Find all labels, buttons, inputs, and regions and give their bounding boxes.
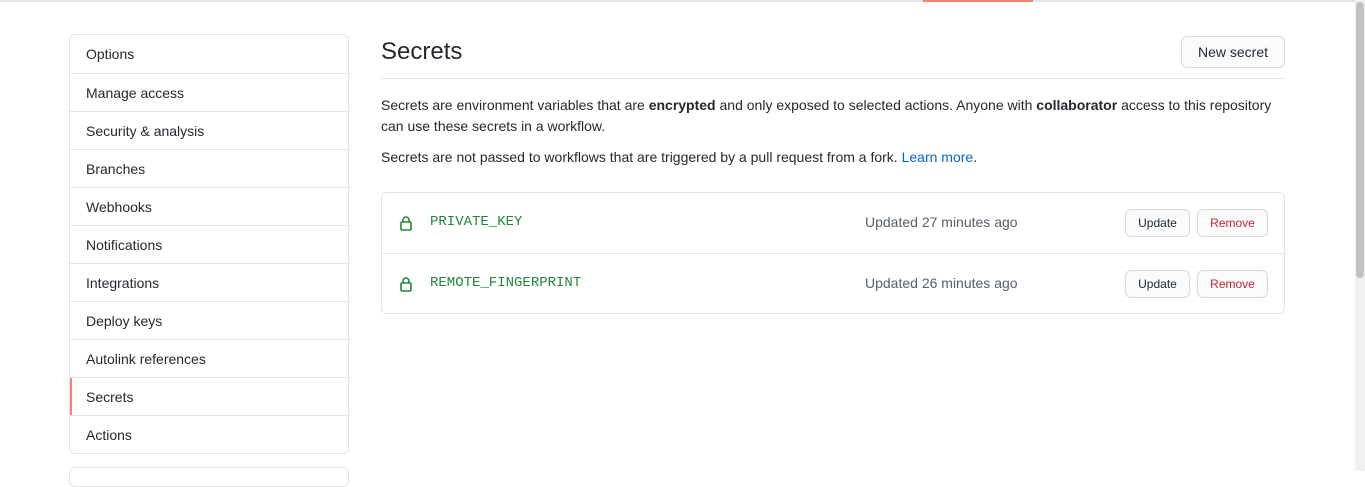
learn-more-link[interactable]: Learn more [902,149,974,165]
sidebar-item-deploy-keys[interactable]: Deploy keys [70,301,348,339]
lock-icon [400,215,412,231]
top-border [0,0,1365,2]
secret-updated: Updated 26 minutes ago [865,275,1018,291]
fork-note-text: Secrets are not passed to workflows that… [381,149,902,165]
sidebar-item-label: Secrets [86,389,134,405]
secret-name: REMOTE_FINGERPRINT [430,275,582,291]
sidebar-item-label: Security & analysis [86,123,205,139]
sidebar-item-actions[interactable]: Actions [70,415,348,453]
secret-name: PRIVATE_KEY [430,214,523,230]
sidebar-item-label: Notifications [86,237,163,253]
sidebar-item-autolink-references[interactable]: Autolink references [70,339,348,377]
sidebar-secondary-panel [69,467,349,487]
sidebar-item-notifications[interactable]: Notifications [70,225,348,263]
sidebar-item-label: Autolink references [86,351,206,367]
secrets-list: PRIVATE_KEY Updated 27 minutes ago Updat… [381,192,1285,314]
update-button[interactable]: Update [1125,270,1190,298]
sidebar-item-label: Deploy keys [86,313,163,329]
fork-note: Secrets are not passed to workflows that… [381,147,1285,168]
sidebar-item-webhooks[interactable]: Webhooks [70,187,348,225]
active-tab-underline [923,0,1033,2]
remove-button[interactable]: Remove [1197,270,1268,298]
sidebar-item-label: Actions [86,427,132,443]
fork-note-period: . [973,149,978,165]
sidebar-item-branches[interactable]: Branches [70,149,348,187]
sidebar-item-manage-access[interactable]: Manage access [70,73,348,111]
secret-row: REMOTE_FINGERPRINT Updated 26 minutes ag… [382,253,1284,313]
desc-text: Secrets are environment variables that a… [381,97,649,113]
update-button[interactable]: Update [1125,209,1190,237]
sidebar-item-label: Branches [86,161,146,177]
desc-bold-collaborator: collaborator [1036,97,1118,113]
remove-button[interactable]: Remove [1197,209,1268,237]
desc-text: and only exposed to selected actions. An… [715,97,1037,113]
scrollbar[interactable] [1355,0,1365,471]
scrollbar-thumb[interactable] [1356,2,1364,278]
sidebar-item-label: Integrations [86,275,160,291]
sidebar-item-label: Webhooks [86,199,152,215]
sidebar-item-label: Options [86,46,135,62]
sidebar-item-options[interactable]: Options [70,35,348,73]
secret-row: PRIVATE_KEY Updated 27 minutes ago Updat… [382,193,1284,253]
secret-updated: Updated 27 minutes ago [865,214,1018,230]
new-secret-button[interactable]: New secret [1181,36,1285,68]
lock-icon [400,276,412,292]
page-title: Secrets [381,38,463,65]
secrets-main: Secrets New secret Secrets are environme… [381,34,1285,314]
sidebar-item-integrations[interactable]: Integrations [70,263,348,301]
subhead: Secrets New secret [381,34,1285,79]
sidebar-item-label: Manage access [86,85,185,101]
settings-sidebar: Options Manage access Security & analysi… [69,34,349,454]
sidebar-item-security-analysis[interactable]: Security & analysis [70,111,348,149]
sidebar-item-secrets[interactable]: Secrets [70,377,348,415]
desc-bold-encrypted: encrypted [648,97,716,113]
secrets-description: Secrets are environment variables that a… [381,95,1285,137]
